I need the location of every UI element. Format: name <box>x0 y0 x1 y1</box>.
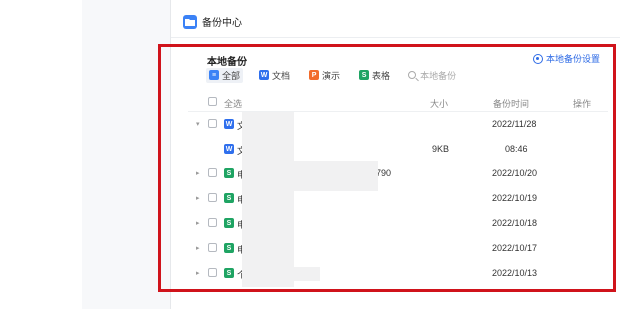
expand-arrow-icon[interactable]: ▸ <box>196 194 200 202</box>
file-size: 9KB <box>432 144 450 154</box>
window-titlebar: 备份中心 <box>171 6 620 38</box>
local-backup-panel: 本地备份 本地备份设置 ≡ 全部 W 文档 P 演示 S 表格 本地备份 全选 … <box>188 48 608 288</box>
time-header: 备份时间 <box>493 99 530 109</box>
side-panel <box>82 0 170 309</box>
size-header: 大小 <box>430 99 449 109</box>
search-input[interactable]: 本地备份 <box>408 69 456 82</box>
backup-date: 2022/10/17 <box>492 243 538 253</box>
xls-file-icon: S <box>224 243 234 253</box>
collapse-arrow-icon[interactable]: ▾ <box>196 120 200 128</box>
xls-icon: S <box>359 70 370 80</box>
row-checkbox[interactable] <box>208 268 217 277</box>
row-checkbox[interactable] <box>208 243 217 252</box>
search-icon <box>408 71 417 79</box>
select-all-checkbox[interactable] <box>208 97 217 106</box>
list-icon: ≡ <box>209 70 219 80</box>
filter-all-label: 全部 <box>222 70 241 81</box>
select-all-label: 全选 <box>224 99 243 109</box>
filter-doc[interactable]: W 文档 <box>256 68 293 83</box>
redaction-block <box>242 267 320 281</box>
search-placeholder: 本地备份 <box>420 70 457 81</box>
redaction-block <box>242 112 294 287</box>
doc-file-icon: W <box>224 144 234 154</box>
backup-date: 2022/10/18 <box>492 218 538 228</box>
redaction-block <box>294 161 378 191</box>
filter-bar: ≡ 全部 W 文档 P 演示 S 表格 本地备份 <box>206 67 456 83</box>
table-header: 全选 大小 备份时间 操作 <box>188 92 608 112</box>
ops-header: 操作 <box>573 99 592 109</box>
file-name-suffix: 790 <box>376 168 392 178</box>
window-title: 备份中心 <box>202 18 242 29</box>
doc-file-icon: W <box>224 119 234 129</box>
backup-time: 08:46 <box>505 144 528 154</box>
expand-arrow-icon[interactable]: ▸ <box>196 219 200 227</box>
expand-arrow-icon[interactable]: ▸ <box>196 244 200 252</box>
expand-arrow-icon[interactable]: ▸ <box>196 269 200 277</box>
row-checkbox[interactable] <box>208 218 217 227</box>
xls-file-icon: S <box>224 268 234 278</box>
filter-xls[interactable]: S 表格 <box>356 68 393 83</box>
panel-title: 本地备份 <box>207 57 247 68</box>
filter-ppt[interactable]: P 演示 <box>306 68 343 83</box>
row-checkbox[interactable] <box>208 193 217 202</box>
backup-date: 2022/11/28 <box>492 119 537 129</box>
left-sidebar <box>0 0 82 309</box>
row-checkbox[interactable] <box>208 119 217 128</box>
xls-file-icon: S <box>224 218 234 228</box>
gear-icon <box>532 53 543 64</box>
backup-date: 2022/10/20 <box>492 168 538 178</box>
filter-all[interactable]: ≡ 全部 <box>206 67 244 83</box>
filter-ppt-label: 演示 <box>322 70 341 81</box>
backup-date: 2022/10/19 <box>492 193 538 203</box>
expand-arrow-icon[interactable]: ▸ <box>196 169 200 177</box>
filter-xls-label: 表格 <box>372 70 391 81</box>
backup-date: 2022/10/13 <box>492 268 538 278</box>
row-checkbox[interactable] <box>208 168 217 177</box>
filter-doc-label: 文档 <box>272 70 291 81</box>
backup-settings-link[interactable]: 本地备份设置 <box>532 52 600 65</box>
xls-file-icon: S <box>224 193 234 203</box>
xls-file-icon: S <box>224 168 234 178</box>
backup-settings-label: 本地备份设置 <box>545 54 600 64</box>
folder-icon <box>183 14 197 29</box>
ppt-icon: P <box>309 70 320 80</box>
doc-icon: W <box>259 70 270 80</box>
